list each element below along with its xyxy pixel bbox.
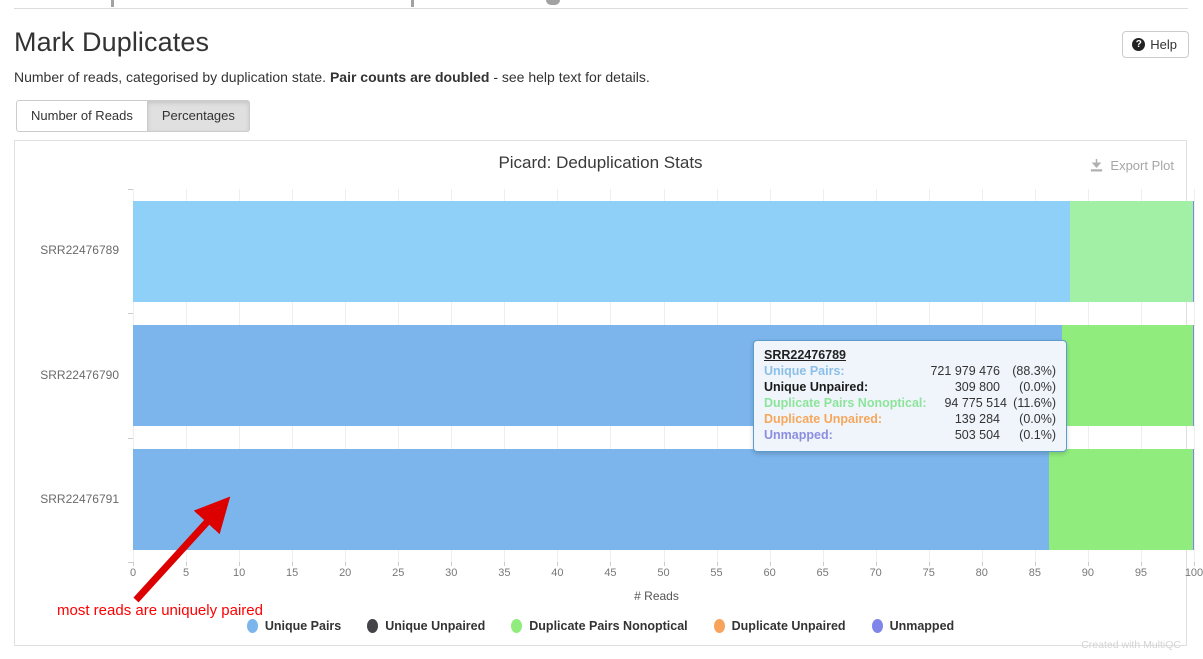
annotation-arrow [133, 496, 231, 603]
annotation-text: most reads are uniquely paired [57, 602, 263, 619]
